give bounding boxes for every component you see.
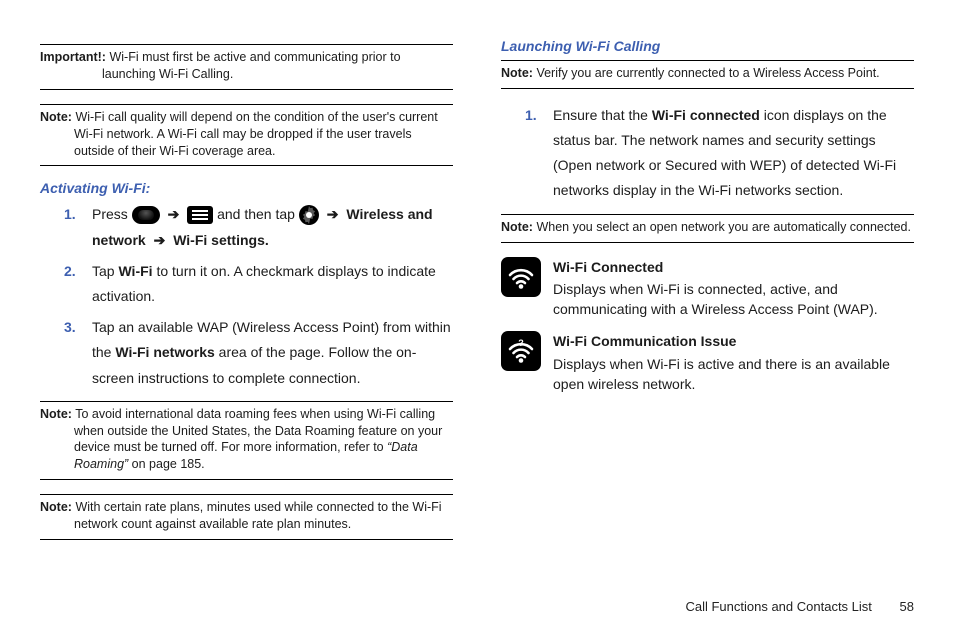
launching-steps: Ensure that the Wi-Fi connected icon dis…	[501, 103, 914, 204]
wifi-connected-icon	[501, 257, 541, 297]
status-wifi-issue-row: ? Wi-Fi Communication Issue Displays whe…	[501, 331, 914, 394]
footer-section: Call Functions and Contacts List	[685, 599, 871, 614]
lstep1-a: Ensure that the	[553, 107, 652, 123]
step1-wifi-settings: Wi-Fi settings.	[173, 232, 269, 248]
status-wifi-connected-text: Wi-Fi Connected Displays when Wi-Fi is c…	[553, 257, 914, 320]
status-issue-desc: Displays when Wi-Fi is active and there …	[553, 356, 890, 392]
note-quality-text: Wi-Fi call quality will depend on the co…	[74, 110, 438, 158]
status-connected-title: Wi-Fi Connected	[553, 257, 914, 277]
note-label: Note:	[40, 110, 72, 124]
footer-page-number: 58	[900, 599, 914, 614]
status-issue-title: Wi-Fi Communication Issue	[553, 331, 914, 351]
note-label: Note:	[501, 66, 533, 80]
note-quality-box: Note: Wi-Fi call quality will depend on …	[40, 104, 453, 167]
arrow-icon: ➔	[154, 228, 166, 253]
activating-steps: Press ➔ and then tap ➔ Wireless and netw…	[40, 202, 453, 390]
step-3: Tap an available WAP (Wireless Access Po…	[64, 315, 453, 391]
note-open-box: Note: When you select an open network yo…	[501, 214, 914, 243]
important-note-box: Important!: Wi-Fi must first be active a…	[40, 44, 453, 90]
wifi-issue-icon: ?	[501, 331, 541, 371]
launching-wifi-heading: Launching Wi-Fi Calling	[501, 38, 914, 54]
note-minutes-box: Note: With certain rate plans, minutes u…	[40, 494, 453, 540]
note-open-text: When you select an open network you are …	[536, 220, 911, 234]
page-footer: Call Functions and Contacts List 58	[40, 599, 914, 614]
note-label: Note:	[40, 500, 72, 514]
note-minutes-text: With certain rate plans, minutes used wh…	[74, 500, 442, 531]
note-verify-box: Note: Verify you are currently connected…	[501, 60, 914, 89]
status-wifi-issue-text: Wi-Fi Communication Issue Displays when …	[553, 331, 914, 394]
status-wifi-connected-row: Wi-Fi Connected Displays when Wi-Fi is c…	[501, 257, 914, 320]
note-roaming-b: on page 185.	[128, 457, 204, 471]
step3-b: Wi-Fi networks	[115, 344, 214, 360]
status-connected-desc: Displays when Wi-Fi is connected, active…	[553, 281, 878, 317]
svg-text:?: ?	[518, 338, 524, 348]
step1-andthentap: and then tap	[217, 206, 299, 222]
two-column-layout: Important!: Wi-Fi must first be active a…	[40, 38, 914, 593]
note-label: Note:	[501, 220, 533, 234]
step1-press: Press	[92, 206, 132, 222]
note-verify-text: Verify you are currently connected to a …	[536, 66, 879, 80]
activating-wifi-heading: Activating Wi-Fi:	[40, 180, 453, 196]
step2-a: Tap	[92, 263, 118, 279]
step2-b: Wi-Fi	[118, 263, 152, 279]
home-button-icon	[132, 206, 160, 224]
launch-step-1: Ensure that the Wi-Fi connected icon dis…	[525, 103, 914, 204]
step-2: Tap Wi-Fi to turn it on. A checkmark dis…	[64, 259, 453, 309]
arrow-icon: ➔	[327, 202, 339, 227]
arrow-icon: ➔	[168, 202, 180, 227]
lstep1-b: Wi-Fi connected	[652, 107, 760, 123]
manual-page: Important!: Wi-Fi must first be active a…	[0, 0, 954, 636]
important-label: Important!:	[40, 50, 106, 64]
left-column: Important!: Wi-Fi must first be active a…	[40, 38, 453, 593]
settings-icon	[299, 205, 319, 225]
note-label: Note:	[40, 407, 72, 421]
important-text: Wi-Fi must first be active and communica…	[102, 50, 401, 81]
right-column: Launching Wi-Fi Calling Note: Verify you…	[501, 38, 914, 593]
note-roaming-box: Note: To avoid international data roamin…	[40, 401, 453, 481]
menu-icon	[187, 206, 213, 224]
step-1: Press ➔ and then tap ➔ Wireless and netw…	[64, 202, 453, 252]
